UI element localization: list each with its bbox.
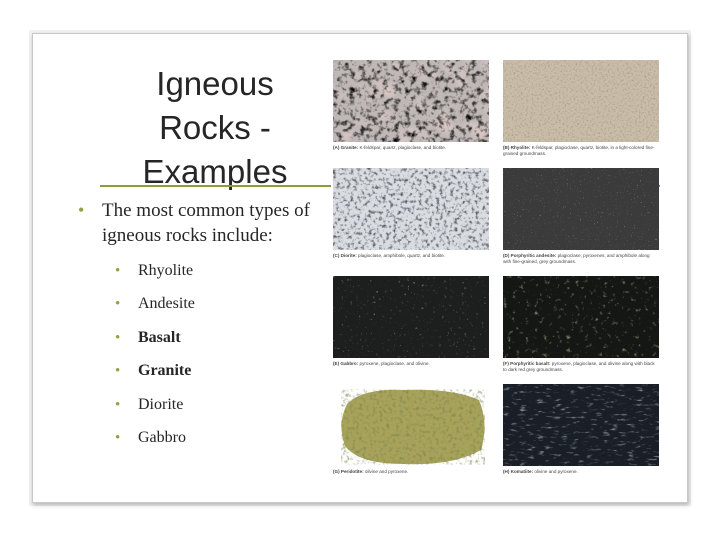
list-item: • Andesite xyxy=(112,293,312,326)
intro-bullet-text: The most common types of igneous rocks i… xyxy=(102,200,310,246)
komatiite-photo xyxy=(503,384,659,466)
bullet-dot-icon: • xyxy=(115,429,121,446)
caption-text: olivine and pyroxene. xyxy=(364,469,409,474)
caption-tag: (G) Peridotite: xyxy=(333,469,364,474)
rock-type-label: Rhyolite xyxy=(138,262,194,279)
diorite-photo xyxy=(333,168,489,250)
title-line-1: Igneous xyxy=(156,65,274,102)
slide-title: Igneous Rocks - Examples xyxy=(112,62,318,194)
basalt-photo xyxy=(503,276,659,358)
bullet-dot-icon: • xyxy=(115,396,121,413)
rock-type-label: Gabbro xyxy=(138,428,186,446)
rock-type-label: Granite xyxy=(138,362,192,380)
bullet-dot-icon: • xyxy=(115,263,121,279)
rock-photo-figure: (A) Granite: K-feldspar, quartz, plagioc… xyxy=(331,60,659,490)
rock-type-label: Andesite xyxy=(138,295,195,313)
list-item: • Granite xyxy=(112,360,312,393)
rock-type-list: • Rhyolite • Andesite • Basalt • Granite… xyxy=(112,260,312,460)
bullet-dot-icon: • xyxy=(115,296,121,313)
rhyolite-caption: (B) Rhyolite: K-feldspar, plagioclase, q… xyxy=(503,145,659,157)
gabbro-caption: (E) Gabbro: pyroxene, plagioclase, and o… xyxy=(333,361,489,367)
list-item: • Basalt xyxy=(112,327,312,360)
title-line-3: Examples xyxy=(142,153,288,190)
title-line-2: Rocks - xyxy=(159,109,271,146)
granite-caption: (A) Granite: K-feldspar, quartz, plagioc… xyxy=(333,145,489,151)
rock-panel-rhyolite: (B) Rhyolite: K-feldspar, plagioclase, q… xyxy=(503,60,659,157)
list-item: • Diorite xyxy=(112,394,312,427)
rock-panel-diorite: (C) Diorite: plagioclase, amphibole, qua… xyxy=(333,168,489,259)
caption-text: pyroxene, plagioclase, and olivine. xyxy=(359,361,430,366)
bullet-dot-icon: • xyxy=(78,200,85,220)
caption-tag: (D) Porphyritic andesite: xyxy=(503,253,557,258)
bullet-dot-icon: • xyxy=(115,329,121,346)
caption-tag: (E) Gabbro: xyxy=(333,361,359,366)
caption-tag: (H) Komatiite: xyxy=(503,469,534,474)
caption-tag: (A) Granite: xyxy=(333,145,359,150)
rock-type-label: Diorite xyxy=(138,395,184,413)
diorite-caption: (C) Diorite: plagioclase, amphibole, qua… xyxy=(333,253,489,259)
peridotite-photo xyxy=(333,384,489,466)
list-item: • Gabbro xyxy=(112,427,312,460)
rhyolite-photo xyxy=(503,60,659,142)
rock-panel-granite: (A) Granite: K-feldspar, quartz, plagioc… xyxy=(333,60,489,151)
basalt-caption: (F) Porphyritic basalt: pyroxene, plagio… xyxy=(503,361,659,373)
list-item: • Rhyolite xyxy=(112,260,312,293)
bullet-dot-icon: • xyxy=(115,363,121,380)
rock-panel-gabbro: (E) Gabbro: pyroxene, plagioclase, and o… xyxy=(333,276,489,367)
gabbro-photo xyxy=(333,276,489,358)
caption-tag: (F) Porphyritic basalt: xyxy=(503,361,551,366)
rock-panel-andesite: (D) Porphyritic andesite: plagioclase, p… xyxy=(503,168,659,265)
rock-panel-komatiite: (H) Komatiite: olivine and pyroxene. xyxy=(503,384,659,475)
komatiite-caption: (H) Komatiite: olivine and pyroxene. xyxy=(503,469,659,475)
rock-panel-peridotite: (G) Peridotite: olivine and pyroxene. xyxy=(333,384,489,475)
peridotite-caption: (G) Peridotite: olivine and pyroxene. xyxy=(333,469,489,475)
andesite-caption: (D) Porphyritic andesite: plagioclase, p… xyxy=(503,253,659,265)
rock-panel-basalt: (F) Porphyritic basalt: pyroxene, plagio… xyxy=(503,276,659,373)
rock-type-label: Basalt xyxy=(138,328,181,346)
granite-photo xyxy=(333,60,489,142)
andesite-photo xyxy=(503,168,659,250)
caption-tag: (C) Diorite: xyxy=(333,253,357,258)
caption-text: plagioclase, amphibole, quartz, and biot… xyxy=(358,253,446,258)
caption-text: olivine and pyroxene. xyxy=(534,469,578,474)
caption-tag: (B) Rhyolite: xyxy=(503,145,531,150)
caption-text: K-feldspar, quartz, plagioclase, and bio… xyxy=(359,145,447,150)
